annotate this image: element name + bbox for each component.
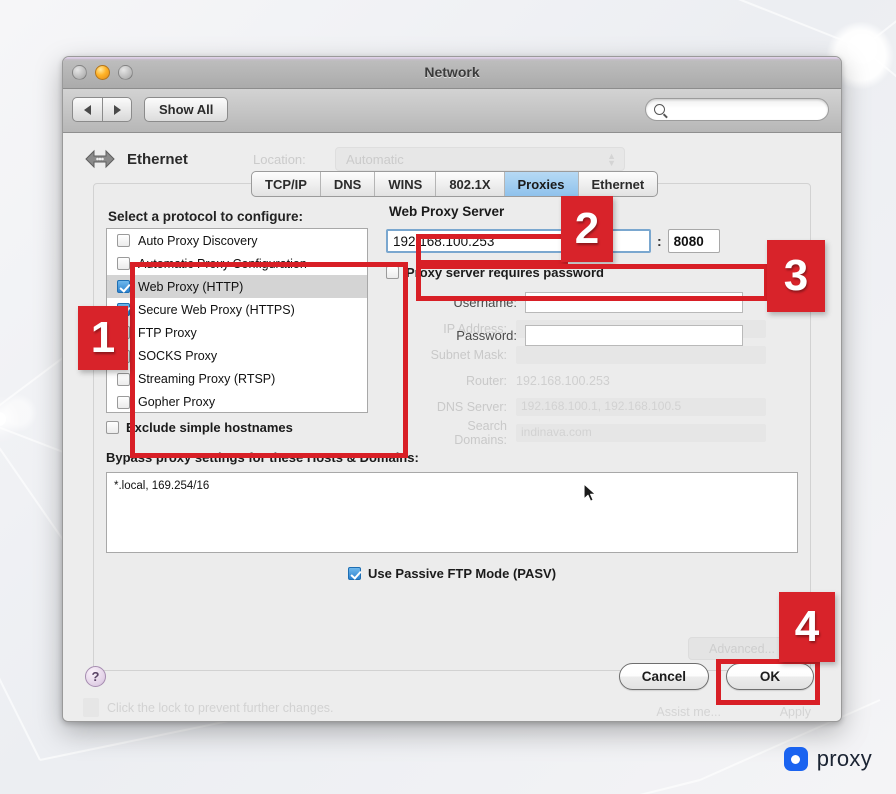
lock-hint-ghost: Click the lock to prevent further change… bbox=[83, 698, 334, 717]
select-protocol-label: Select a protocol to configure: bbox=[108, 209, 304, 224]
proxy-port-input[interactable] bbox=[667, 229, 720, 253]
passive-ftp-row[interactable]: Use Passive FTP Mode (PASV) bbox=[94, 566, 810, 581]
help-button[interactable]: ? bbox=[85, 666, 106, 687]
ghost-row: DNS Server: 192.168.100.1, 192.168.100.5 bbox=[386, 394, 766, 420]
mouse-cursor bbox=[583, 483, 597, 502]
protocol-label: Auto Proxy Discovery bbox=[138, 233, 258, 248]
location-popup[interactable]: Automatic ▲ ▼ bbox=[335, 147, 625, 171]
highlight-protocol-list bbox=[130, 262, 408, 458]
search-icon bbox=[654, 104, 665, 115]
location-value: Automatic bbox=[346, 151, 404, 167]
ghost-search-domains-value: indinava.com bbox=[516, 424, 766, 442]
pane-tabs: TCP/IP DNS WINS 802.1X Proxies Ethernet bbox=[251, 171, 659, 197]
ethernet-icon bbox=[83, 147, 117, 171]
window-toolbar: Show All bbox=[63, 89, 841, 133]
highlight-web-proxy-server-label bbox=[416, 234, 568, 265]
tab-wins[interactable]: WINS bbox=[375, 172, 437, 196]
lock-icon[interactable] bbox=[83, 698, 99, 717]
proxy-logo-dot bbox=[791, 754, 801, 764]
ghost-dns-label: DNS Server: bbox=[436, 400, 507, 414]
ghost-subnet-label: Subnet Mask: bbox=[430, 348, 507, 362]
bypass-textarea[interactable]: *.local, 169.254/16 bbox=[106, 472, 798, 553]
show-all-button[interactable]: Show All bbox=[144, 97, 229, 122]
window-titlebar[interactable]: Network bbox=[63, 57, 841, 89]
ghost-subnet-value bbox=[516, 346, 766, 364]
annotation-badge-1: 1 bbox=[78, 306, 128, 370]
background-node bbox=[852, 38, 873, 59]
annotation-badge-4: 4 bbox=[779, 592, 835, 662]
checkbox-use-passive-ftp[interactable] bbox=[347, 567, 361, 580]
annotation-badge-2: 2 bbox=[561, 196, 613, 262]
ghost-dns-value: 192.168.100.1, 192.168.100.5 bbox=[516, 398, 766, 416]
tab-dns[interactable]: DNS bbox=[321, 172, 376, 196]
location-label: Location: bbox=[253, 152, 306, 167]
cancel-button[interactable]: Cancel bbox=[618, 663, 709, 690]
tab-tcpip[interactable]: TCP/IP bbox=[252, 172, 321, 196]
passive-ftp-label: Use Passive FTP Mode (PASV) bbox=[367, 566, 557, 581]
search-field[interactable] bbox=[645, 98, 829, 121]
checkbox-exclude-simple-hostnames[interactable] bbox=[106, 421, 119, 434]
ghost-row: Search Domains: indinava.com bbox=[386, 419, 766, 447]
screenshot-root: Network Show All Ethernet Location: Auto… bbox=[0, 0, 896, 794]
checkbox-streaming-proxy-rtsp[interactable] bbox=[117, 372, 130, 386]
ghost-router-label: Router: bbox=[466, 374, 507, 388]
assist-me-button-ghost[interactable]: Assist me... bbox=[656, 705, 721, 719]
checkbox-gopher-proxy[interactable] bbox=[117, 395, 130, 409]
tab-8021x[interactable]: 802.1X bbox=[436, 172, 505, 196]
ghost-router-value: 192.168.100.253 bbox=[516, 374, 610, 388]
nav-segmented-control bbox=[72, 97, 132, 122]
proxy-logo-icon bbox=[783, 747, 808, 771]
checkbox-automatic-proxy-configuration[interactable] bbox=[117, 257, 130, 271]
tab-ethernet[interactable]: Ethernet bbox=[579, 172, 658, 196]
proxy-brand-logo: proxy bbox=[783, 746, 872, 772]
checkbox-auto-proxy-discovery[interactable] bbox=[117, 234, 130, 248]
back-button[interactable] bbox=[72, 97, 102, 122]
tab-proxies[interactable]: Proxies bbox=[504, 172, 579, 196]
lock-hint-text: Click the lock to prevent further change… bbox=[107, 700, 334, 715]
apply-button-ghost[interactable]: Apply bbox=[780, 705, 811, 719]
password-input[interactable] bbox=[525, 325, 743, 346]
forward-button[interactable] bbox=[102, 97, 132, 122]
proxy-brand-name: proxy bbox=[816, 746, 872, 771]
chevron-right-icon bbox=[113, 104, 121, 115]
window-title: Network bbox=[424, 64, 480, 80]
checkbox-web-proxy-http[interactable] bbox=[117, 280, 130, 294]
port-separator: : bbox=[657, 233, 662, 249]
service-header: Ethernet bbox=[83, 147, 188, 171]
chevron-left-icon bbox=[84, 104, 91, 115]
ghost-search-domains-label: Search Domains: bbox=[454, 419, 507, 447]
service-name: Ethernet bbox=[127, 150, 188, 168]
chevron-updown-icon: ▲ ▼ bbox=[607, 151, 616, 168]
search-input[interactable] bbox=[665, 101, 828, 118]
highlight-ok-button bbox=[716, 659, 820, 705]
password-label: Password: bbox=[456, 328, 517, 343]
annotation-badge-3: 3 bbox=[767, 240, 825, 312]
ghost-row: Router: 192.168.100.253 bbox=[386, 368, 766, 394]
highlight-host-port bbox=[416, 264, 769, 301]
protocol-row[interactable]: Auto Proxy Discovery bbox=[107, 229, 367, 252]
password-row: Password: bbox=[386, 325, 743, 346]
